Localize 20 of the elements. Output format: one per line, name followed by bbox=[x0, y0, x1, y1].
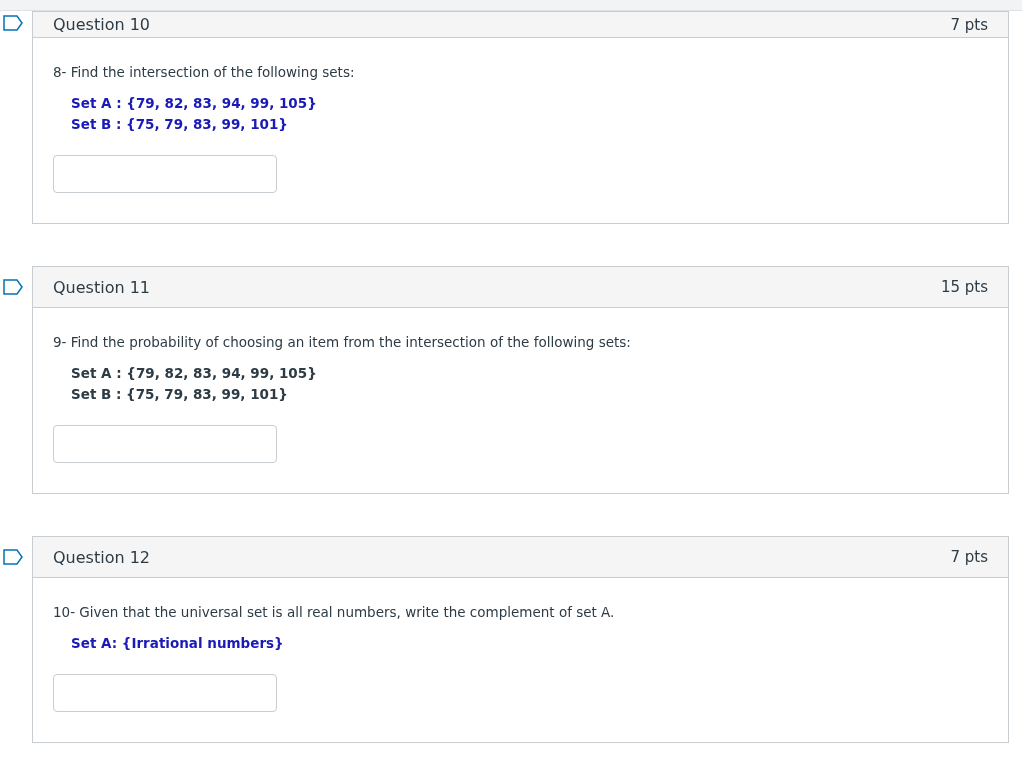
question-title: Question 11 bbox=[53, 277, 150, 297]
answer-field[interactable] bbox=[53, 425, 277, 463]
question-text: 9- Find the probability of choosing an item from the intersection of the following sets: bbox=[53, 334, 632, 350]
set-definition: Set B : {75, 79, 83, 99, 101} bbox=[71, 385, 289, 404]
set-definition: Set B : {75, 79, 83, 99, 101} bbox=[71, 115, 289, 134]
bookmark-flag-icon[interactable] bbox=[3, 15, 23, 31]
bookmark-flag-icon[interactable] bbox=[3, 279, 23, 295]
set-definition: Set A : {79, 82, 83, 94, 99, 105} bbox=[71, 364, 318, 383]
question-points: 7 pts bbox=[950, 15, 988, 34]
question-title: Question 12 bbox=[53, 547, 150, 567]
answer-field[interactable] bbox=[53, 155, 277, 193]
bookmark-flag-icon[interactable] bbox=[3, 549, 23, 565]
question-text: 10- Given that the universal set is all real numbers, write the complement of set A. bbox=[53, 604, 616, 620]
question-points: 7 pts bbox=[950, 548, 988, 566]
set-definition: Set A : {79, 82, 83, 94, 99, 105} bbox=[71, 94, 318, 113]
question-text: 8- Find the intersection of the following sets: bbox=[53, 64, 356, 80]
question-points: 15 pts bbox=[940, 278, 988, 296]
question-title: Question 10 bbox=[53, 15, 150, 34]
answer-field[interactable] bbox=[53, 674, 277, 712]
set-definition: Set A: {Irrational numbers} bbox=[71, 634, 285, 653]
